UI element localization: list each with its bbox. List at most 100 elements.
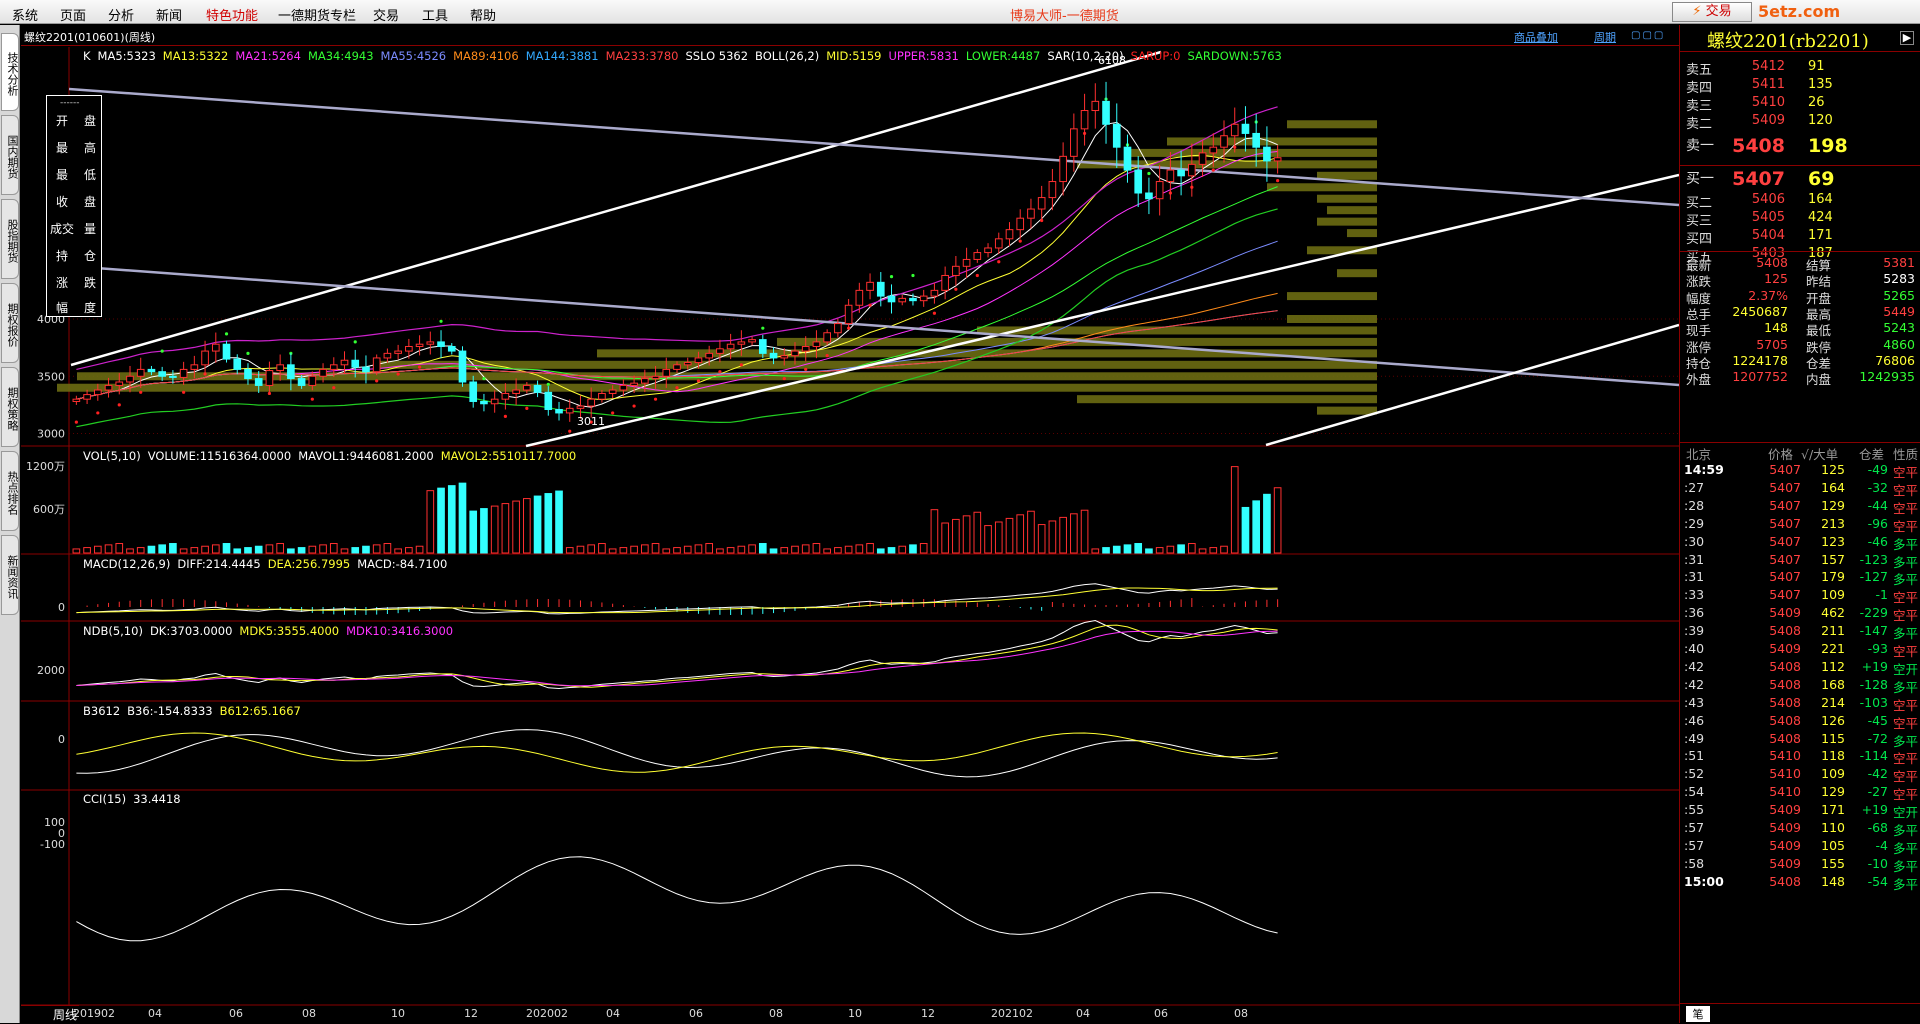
window-controls[interactable]: ▢▢▢ [1631, 30, 1665, 41]
stat-value: 1207752 [1732, 369, 1788, 385]
tab-ticks[interactable]: 笔 [1686, 1006, 1710, 1022]
sar-dot [353, 340, 357, 344]
period-tag[interactable]: 周线 [21, 1005, 79, 1023]
ask-level-row[interactable]: 卖三 5410 26 [1680, 95, 1920, 115]
tick-oi-change: -114 [1859, 748, 1888, 764]
tick-nature: 空平 [1892, 500, 1918, 516]
tick-row[interactable]: :30 5407 123 -46 多平 [1680, 534, 1920, 552]
candle-body [544, 391, 553, 410]
menu-news[interactable]: 新闻 [156, 5, 182, 24]
overlay-link[interactable]: 商品叠加 [1514, 29, 1558, 45]
chart-canvas[interactable]: 400035003000610830111200万600万0200001000-… [21, 25, 1679, 1023]
main-indicator-value: MA233:3780 [605, 49, 679, 63]
level-price: 5405 [1751, 210, 1785, 225]
volume-bar [308, 545, 317, 554]
candle-body [866, 281, 874, 291]
volume-bar [919, 543, 928, 554]
tick-row[interactable]: :31 5407 157 -123 多平 [1680, 552, 1920, 570]
macd-indicator-value: DIFF:214.4445 [177, 557, 261, 571]
candle-body [683, 362, 692, 366]
tick-row[interactable]: :31 5407 179 -127 多平 [1680, 569, 1920, 587]
menu-yide-column[interactable]: 一德期货专栏 [278, 5, 356, 24]
trendline [70, 50, 1162, 367]
menu-system[interactable]: 系统 [12, 5, 38, 24]
tick-row[interactable]: :55 5409 171 +19 空开 [1680, 802, 1920, 820]
macd-indicator-line: MACD(12,26,9) DIFF:214.4445 DEA:256.7995 MA… [83, 557, 454, 571]
ask-level-row[interactable]: 卖五 5412 91 [1680, 59, 1920, 79]
bid-level-row[interactable]: 买二 5406 164 [1680, 192, 1920, 212]
tick-row[interactable]: :51 5410 118 -114 空平 [1680, 748, 1920, 766]
menu-page[interactable]: 页面 [60, 5, 86, 24]
candle-body [651, 375, 660, 380]
tick-volume: 155 [1821, 855, 1845, 871]
menu-help[interactable]: 帮助 [470, 5, 496, 24]
candle-body [748, 339, 756, 343]
tick-row[interactable]: :42 5408 112 +19 空开 [1680, 659, 1920, 677]
tick-row[interactable]: :52 5410 109 -42 空平 [1680, 766, 1920, 784]
tick-row[interactable]: :28 5407 129 -44 空平 [1680, 498, 1920, 516]
period-link[interactable]: 周期 [1594, 29, 1616, 45]
tab-hot-ranking[interactable]: 热点排名 [1, 451, 19, 531]
tick-row[interactable]: :46 5408 126 -45 空平 [1680, 713, 1920, 731]
tab-domestic-futures[interactable]: 国内期货 [1, 115, 19, 195]
ask-level-row[interactable]: 卖一 5408 198 [1680, 135, 1920, 157]
volume-bar [1198, 548, 1207, 554]
ask-level-row[interactable]: 卖二 5409 120 [1680, 113, 1920, 133]
tick-row[interactable]: :58 5409 155 -10 多平 [1680, 856, 1920, 874]
menu-tools[interactable]: 工具 [422, 5, 448, 24]
volume-indicator-value: VOL(5,10) [83, 449, 141, 463]
tick-price: 5407 [1769, 497, 1801, 513]
bid-level-row[interactable]: 买一 5407 69 [1680, 168, 1920, 190]
candle-body [834, 323, 842, 334]
volume-bar [887, 547, 896, 554]
tick-volume: 109 [1821, 766, 1845, 782]
tick-row[interactable]: :54 5410 129 -27 空平 [1680, 784, 1920, 802]
stat-value: 125 [1764, 271, 1788, 287]
candle-body [887, 295, 896, 303]
candle-body [898, 297, 907, 303]
trade-button[interactable]: ⚡ 交易 [1672, 2, 1752, 22]
tick-nature: 空平 [1892, 697, 1918, 713]
tab-news[interactable]: 新闻资讯 [1, 535, 19, 615]
sar-dot [739, 363, 743, 367]
candle-body [426, 341, 435, 345]
trendline [68, 87, 1679, 207]
menu-analysis[interactable]: 分析 [108, 5, 134, 24]
tick-row[interactable]: 15:00 5408 148 -54 多平 [1680, 874, 1920, 892]
menu-features[interactable]: 特色功能 [206, 5, 258, 24]
collapse-icon[interactable]: ▶ [1900, 31, 1914, 45]
candle-body [555, 408, 563, 414]
tick-row[interactable]: :57 5409 105 -4 多平 [1680, 838, 1920, 856]
menu-trade[interactable]: 交易 [373, 5, 399, 24]
ohlc-label: 盘 [84, 114, 97, 128]
tick-row[interactable]: :57 5409 110 -68 多平 [1680, 820, 1920, 838]
tick-volume: 129 [1821, 497, 1845, 513]
tick-row[interactable]: :42 5408 168 -128 多平 [1680, 677, 1920, 695]
tick-row[interactable]: :27 5407 164 -32 空平 [1680, 480, 1920, 498]
volume-bar [233, 548, 242, 554]
tab-option-strategy[interactable]: 期权策略 [1, 367, 19, 447]
volume-axis-label: 600万 [33, 503, 65, 516]
lightning-icon: ⚡ [1692, 4, 1702, 19]
candle-body [136, 368, 145, 377]
bid-level-row[interactable]: 买四 5404 171 [1680, 228, 1920, 248]
tick-row[interactable]: :49 5408 115 -72 多平 [1680, 731, 1920, 749]
stat-value: 2450687 [1732, 303, 1788, 319]
chart-area[interactable]: 4000 3500 3000 6108 3011 1200万 600万 0 2000 0 100 0-… [21, 25, 1679, 1023]
main-indicator-value: BOLL(26,2) [755, 49, 820, 63]
tick-row[interactable]: :36 5409 462 -229 空平 [1680, 605, 1920, 623]
tick-row[interactable]: :43 5408 214 -103 空平 [1680, 695, 1920, 713]
tick-row[interactable]: :39 5408 211 -147 多平 [1680, 623, 1920, 641]
tick-price: 5410 [1769, 766, 1801, 782]
tab-index-futures[interactable]: 股指期货 [1, 199, 19, 279]
bid-level-row[interactable]: 买三 5405 424 [1680, 210, 1920, 230]
tab-option-quotes[interactable]: 期权报价 [1, 283, 19, 363]
tick-row[interactable]: :29 5407 213 -96 空平 [1680, 516, 1920, 534]
tick-row[interactable]: :40 5409 221 -93 空平 [1680, 641, 1920, 659]
tick-row[interactable]: 14:59 5407 125 -49 空平 [1680, 462, 1920, 480]
ask-level-row[interactable]: 卖四 5411 135 [1680, 77, 1920, 97]
volume-bar [1134, 543, 1143, 554]
sar-dot [1147, 171, 1151, 176]
tab-technical-analysis[interactable]: 技术分析 [1, 33, 19, 111]
tick-row[interactable]: :33 5407 109 -1 空平 [1680, 587, 1920, 605]
